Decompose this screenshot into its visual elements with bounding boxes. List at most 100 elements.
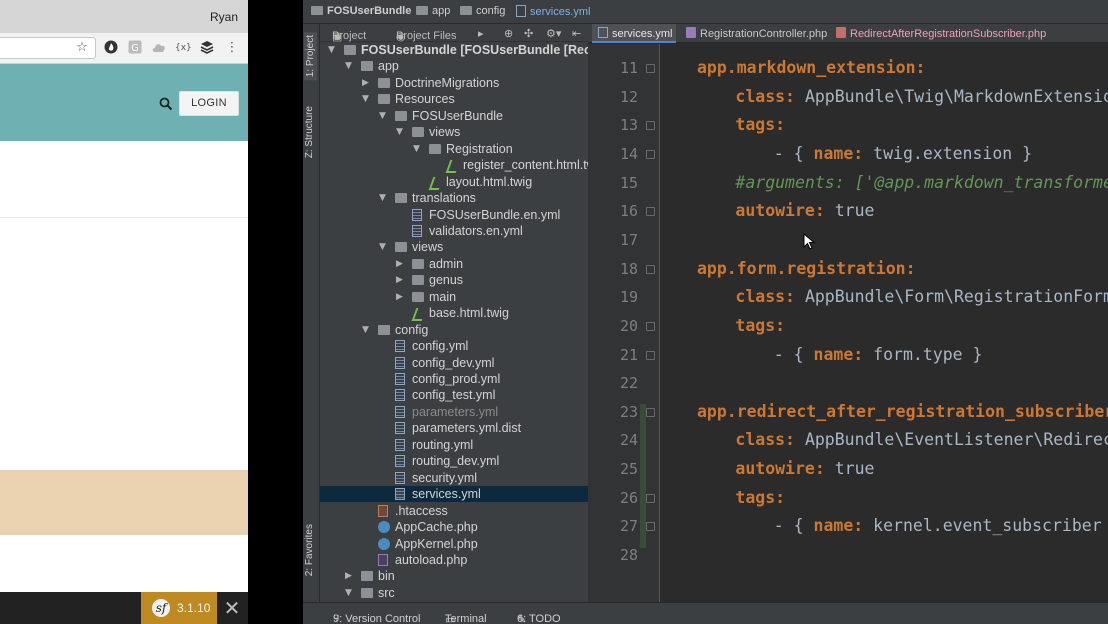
tree-file[interactable]: security.yml [320,470,588,486]
tree-file[interactable]: parameters.yml.dist [320,420,588,436]
chevron-down-icon[interactable]: ▼ [396,125,406,139]
favorites-tool-tab[interactable]: 2: Favorites [304,524,315,576]
chevron-right-icon[interactable]: ▶ [396,290,406,304]
tree-file[interactable]: AppCache.php [320,519,588,535]
chevron-right-icon[interactable]: ▶ [396,257,406,271]
code-line[interactable]: app.form.registration: [697,259,916,279]
tree-folder[interactable]: ▶ admin [320,256,588,272]
chevron-down-icon[interactable]: ▼ [413,142,423,156]
chevron-down-icon[interactable]: ▼ [345,59,355,73]
chevron-down-icon[interactable]: ▼ [379,109,389,123]
tree-file[interactable]: autoload.php [320,552,588,568]
tree-folder[interactable]: ▼ config [320,322,588,338]
breadcrumb-file[interactable]: services.yml [516,5,591,18]
chevron-down-icon[interactable]: ▼ [328,43,338,57]
fold-marker-icon[interactable] [646,264,655,274]
tree-file[interactable]: parameters.yml [320,404,588,420]
code-line[interactable]: #arguments: ['@app.markdown_transformer [735,173,1108,193]
tree-file[interactable]: routing.yml [320,437,588,453]
hide-panel-icon[interactable]: ⇤ [572,27,581,40]
close-icon[interactable]: ✕ [222,597,242,619]
tree-file[interactable]: config.yml [320,338,588,354]
chevron-down-icon[interactable]: ▼ [362,323,372,337]
breadcrumb-project[interactable]: FOSUserBundle [311,5,411,17]
chevron-right-icon[interactable]: ▶ [362,76,372,90]
fold-marker-icon[interactable] [646,207,655,217]
tree-file[interactable]: base.html.twig [320,305,588,321]
tree-file[interactable]: config_dev.yml [320,355,588,371]
code-editor[interactable]: 11 12 13 14 15 16 17 18 19 20 21 22 23 24 25 26 27 28 app… [588,44,1108,602]
profile-name[interactable]: Ryan [210,10,238,24]
chevron-down-icon[interactable]: ▼ [379,240,389,254]
code-line[interactable]: app.markdown_extension: [697,58,925,78]
tree-folder[interactable]: ▼ Resources [320,91,588,107]
tree-folder[interactable]: ▼ app [320,58,588,74]
tree-folder[interactable]: ▶ genus [320,272,588,288]
tree-folder[interactable]: ▼ views [320,239,588,255]
fold-marker-icon[interactable] [646,407,655,417]
tree-folder[interactable]: ▼ FOSUserBundle [FOSUserBundle [Recordi [320,42,588,58]
tree-folder[interactable]: ▼ FOSUserBundle [320,108,588,124]
code-line[interactable]: - { name: form.type } [774,345,983,365]
tree-folder[interactable]: ▼ Registration [320,141,588,157]
tree-file[interactable]: services.yml [320,486,588,503]
tab-registration-controller[interactable]: RegistrationController.php [684,24,827,43]
code-line[interactable]: tags: [735,488,785,508]
code-line[interactable]: - { name: kernel.event_subscriber } [774,516,1108,536]
tree-folder[interactable]: ▶ bin [320,568,588,584]
gear-icon[interactable]: ⚙▾ [546,27,561,40]
more-icon[interactable]: ⋮ [224,40,240,56]
tree-file[interactable]: config_prod.yml [320,371,588,387]
login-button[interactable]: LOGIN [179,91,239,116]
code-line[interactable]: app.redirect_after_registration_subscrib… [697,402,1108,422]
code-line[interactable]: class: AppBundle\Form\RegistrationFormTy [735,287,1108,307]
chevron-down-icon[interactable]: ▼ [345,586,355,600]
tree-file[interactable]: register_content.html.tw [320,157,588,173]
tab-services-yml[interactable]: services.yml [592,24,676,43]
scroll-right-icon[interactable]: ▸ [478,27,484,40]
fold-marker-icon[interactable] [646,121,655,131]
vcs-change-marker[interactable] [640,404,646,548]
tree-folder[interactable]: ▼ views [320,124,588,140]
code-line[interactable]: class: AppBundle\Twig\MarkdownExtension [735,87,1108,107]
code-line[interactable]: class: AppBundle\EventListener\Redirect [735,430,1108,450]
tree-file[interactable]: layout.html.twig [320,174,588,190]
braces-icon[interactable]: {x} [175,40,192,56]
tree-file[interactable]: config_test.yml [320,387,588,403]
tree-file[interactable]: AppKernel.php [320,536,588,552]
target-icon[interactable]: ⊕ [504,27,513,40]
fold-marker-icon[interactable] [646,522,655,532]
code-line[interactable]: autowire: true [735,201,874,221]
fold-marker-icon[interactable] [646,64,655,73]
layers-icon[interactable] [199,40,215,56]
fold-marker-icon[interactable] [646,493,655,503]
project-tool-tab[interactable]: 1: Project [304,32,317,81]
extension-g-icon[interactable]: G [127,40,143,56]
collapse-icon[interactable]: ✣ [524,27,533,40]
search-icon[interactable] [159,97,173,111]
tree-file[interactable]: .htaccess [320,503,588,519]
fold-marker-icon[interactable] [646,321,655,331]
star-icon[interactable]: ☆ [74,40,90,56]
tree-folder[interactable]: ▼ src [320,585,588,601]
flame-icon[interactable] [103,40,119,56]
tree-file[interactable]: validators.en.yml [320,223,588,239]
code-line[interactable]: - { name: twig.extension } [774,144,1032,164]
tree-folder[interactable]: ▶ DoctrineMigrations [320,75,588,91]
fold-marker-icon[interactable] [646,350,655,360]
chevron-down-icon[interactable]: ▼ [379,191,389,205]
code-line[interactable]: autowire: true [735,459,874,479]
tree-folder[interactable]: ▶ main [320,289,588,305]
code-line[interactable]: tags: [735,115,785,135]
chevron-down-icon[interactable]: ▼ [362,92,372,106]
cloud-icon[interactable] [151,40,167,56]
structure-tool-tab[interactable]: Z: Structure [304,106,315,158]
code-line[interactable]: tags: [735,316,785,336]
tree-file[interactable]: FOSUserBundle.en.yml [320,207,588,223]
chevron-right-icon[interactable]: ▶ [396,273,406,287]
fold-marker-icon[interactable] [646,149,655,159]
breadcrumb-app[interactable]: app [416,5,450,17]
breadcrumb-config[interactable]: config [460,5,505,17]
symfony-version-badge[interactable]: sf 3.1.10 [141,592,217,624]
tree-file[interactable]: routing_dev.yml [320,453,588,469]
